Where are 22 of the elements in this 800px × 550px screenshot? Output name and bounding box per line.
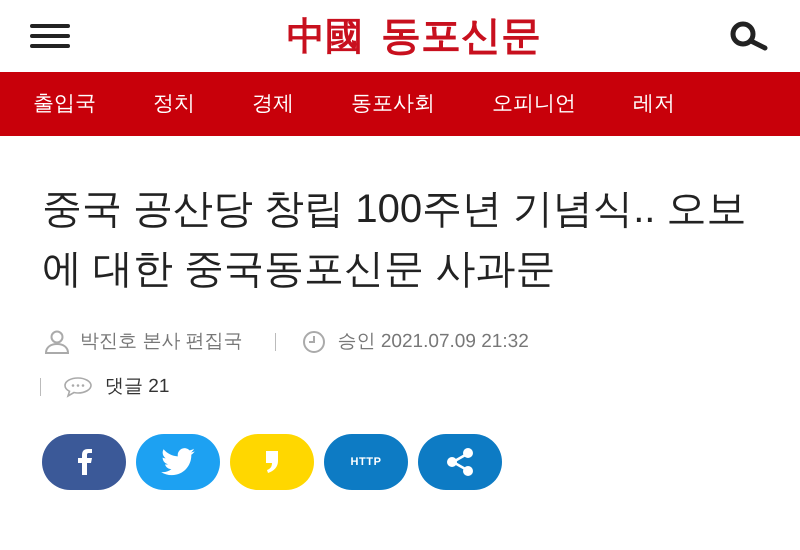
menu-icon[interactable] xyxy=(30,24,70,48)
search-icon[interactable] xyxy=(728,21,770,51)
logo-hanja: 中國 xyxy=(287,17,363,55)
logo-hangul: 동포신문 xyxy=(381,16,541,56)
bird-icon xyxy=(161,448,195,476)
quote-mark-icon xyxy=(264,449,280,475)
article-title: 중국 공산당 창립 100주년 기념식.. 오보에 대한 중국동포신문 사과문 xyxy=(42,186,748,293)
person-icon xyxy=(44,330,70,354)
approval-date: 승인 2021.07.09 21:32 xyxy=(338,330,529,354)
nav-link[interactable]: 정치 xyxy=(153,88,195,120)
speech-bubble-icon xyxy=(63,376,93,398)
nav-link[interactable]: 레저 xyxy=(633,88,675,120)
nav-link[interactable]: 오피니언 xyxy=(492,88,576,120)
nav-link[interactable]: 출입국 xyxy=(33,88,96,120)
http-label: HTTP xyxy=(350,454,382,470)
link-share-button[interactable]: HTTP xyxy=(324,434,408,490)
clock-icon xyxy=(302,330,326,354)
comment-count[interactable]: 댓글 21 xyxy=(105,372,170,402)
nav-link[interactable]: 동포사회 xyxy=(351,88,435,120)
share-icon xyxy=(445,448,475,476)
author-name: 박진호 본사 편집국 xyxy=(80,330,243,354)
nav-link[interactable]: 경제 xyxy=(252,88,294,120)
